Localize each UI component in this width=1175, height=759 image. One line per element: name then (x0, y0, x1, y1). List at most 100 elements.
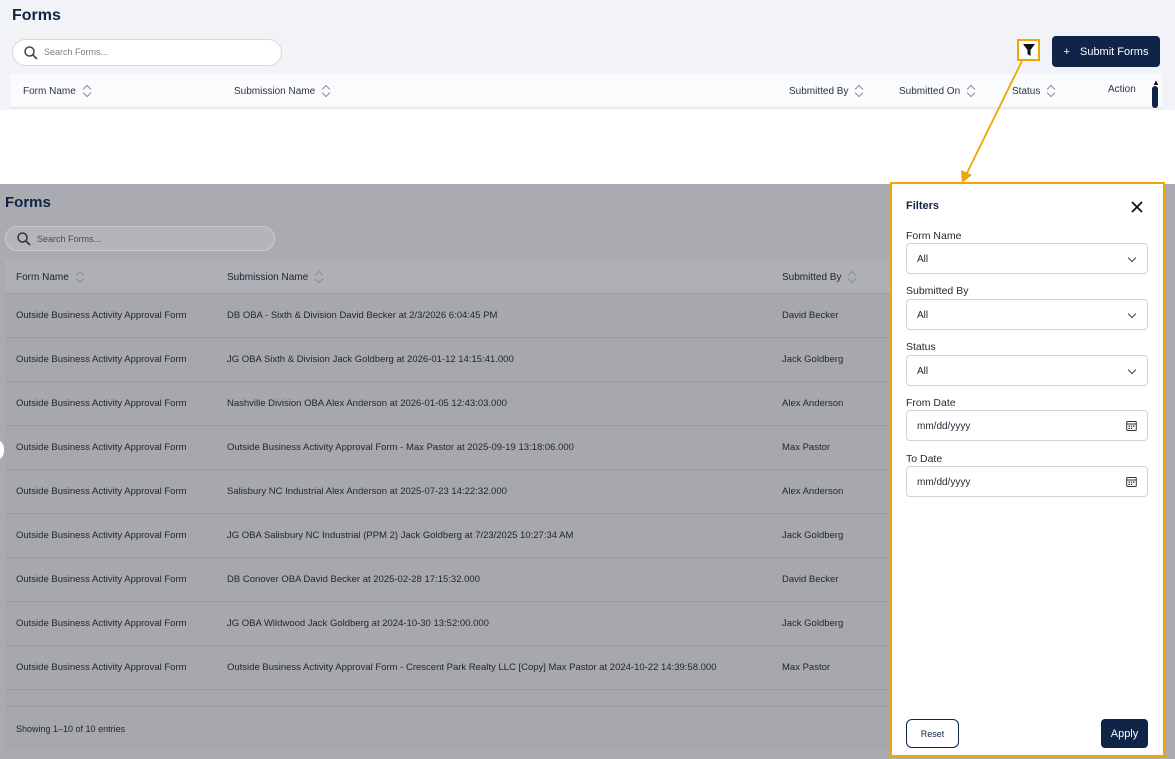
column-label: Action (1108, 84, 1136, 95)
column-submitted-by[interactable]: Submitted By (789, 84, 863, 98)
cell-submitted-by: Jack Goldberg (782, 354, 844, 365)
submitted-by-label: Submitted By (906, 285, 969, 297)
from-date-placeholder: mm/dd/yyyy (917, 421, 971, 432)
sort-icon (323, 84, 330, 98)
form-name-value: All (917, 254, 929, 265)
apply-button[interactable]: Apply (1101, 719, 1148, 748)
cell-submitted-by: Jack Goldberg (782, 618, 844, 629)
plus-icon: + (1063, 45, 1070, 58)
to-date-input[interactable]: mm/dd/yyyy (906, 466, 1148, 497)
search-icon (24, 46, 38, 60)
table-row[interactable]: Outside Business Activity Approval Form D… (5, 558, 935, 602)
form-name-label: Form Name (906, 230, 962, 242)
cell-submitted-by: Max Pastor (782, 662, 831, 673)
column-form-name[interactable]: Form Name (16, 270, 84, 284)
column-label: Form Name (23, 85, 76, 97)
column-label: Submission Name (227, 271, 309, 283)
sort-icon (968, 84, 975, 98)
sort-icon (856, 84, 863, 98)
column-label: Form Name (16, 271, 69, 283)
filters-title: Filters (906, 200, 940, 212)
submit-forms-label: Submit Forms (1079, 45, 1149, 58)
form-name-select[interactable]: All (906, 243, 1148, 274)
cell-form-name: Outside Business Activity Approval Form (16, 574, 187, 585)
table-row[interactable]: Outside Business Activity Approval Form O… (5, 646, 935, 690)
cell-submission-name: DB OBA - Sixth & Division David Becker a… (227, 310, 498, 321)
status-select[interactable]: All (906, 355, 1148, 386)
table-row[interactable]: Outside Business Activity Approval Form O… (5, 426, 935, 470)
sort-icon (84, 84, 91, 98)
table-row[interactable]: Outside Business Activity Approval Form S… (5, 470, 935, 514)
column-label: Submitted By (789, 85, 849, 97)
column-label: Submitted On (899, 85, 961, 97)
column-status[interactable]: Status (1012, 84, 1055, 98)
calendar-icon[interactable] (1126, 420, 1137, 431)
cell-form-name: Outside Business Activity Approval Form (16, 310, 187, 321)
cell-submission-name: DB Conover OBA David Becker at 2025-02-2… (227, 574, 480, 585)
cell-submitted-by: Alex Anderson (782, 398, 844, 409)
cell-submission-name: JG OBA Sixth & Division Jack Goldberg at… (227, 354, 514, 365)
search-input[interactable]: Search Forms... (5, 226, 275, 251)
cell-submission-name: Nashville Division OBA Alex Anderson at … (227, 398, 507, 409)
sidebar-toggle[interactable] (0, 439, 4, 461)
submitted-by-select[interactable]: All (906, 299, 1148, 330)
table-header: Form Name Submission Name Submitted By (5, 260, 935, 294)
submit-forms-button[interactable]: + Submit Forms (1052, 36, 1160, 67)
close-icon[interactable] (1130, 200, 1144, 214)
chevron-down-icon (1127, 253, 1137, 263)
cell-submission-name: Salisbury NC Industrial Alex Anderson at… (227, 486, 507, 497)
table-row[interactable]: Outside Business Activity Approval Form D… (5, 294, 935, 338)
cell-form-name: Outside Business Activity Approval Form (16, 530, 187, 541)
table-row[interactable]: Outside Business Activity Approval Form J… (5, 338, 935, 382)
chevron-down-icon (1127, 309, 1137, 319)
page-title: Forms (5, 194, 51, 211)
column-label: Submitted By (782, 271, 842, 283)
column-form-name[interactable]: Form Name (23, 84, 91, 98)
scrollbar-thumb[interactable] (1152, 86, 1158, 108)
table-row[interactable]: Outside Business Activity Approval Form N… (5, 382, 935, 426)
cell-submission-name: Outside Business Activity Approval Form … (227, 442, 574, 453)
page-title: Forms (12, 7, 61, 24)
filter-button[interactable] (1017, 39, 1040, 61)
to-date-label: To Date (906, 453, 943, 465)
cell-submitted-by: Max Pastor (782, 442, 831, 453)
search-input[interactable]: Search Forms... (12, 39, 282, 66)
cell-form-name: Outside Business Activity Approval Form (16, 398, 187, 409)
table-header: Form Name Submission Name Submitted By S… (10, 74, 1162, 108)
to-date-placeholder: mm/dd/yyyy (917, 477, 971, 488)
table-row[interactable]: Outside Business Activity Approval Form J… (5, 514, 935, 558)
callout-screenshot: Forms Search Forms... + Submit Forms For… (0, 0, 1175, 110)
cell-submission-name: JG OBA Wildwood Jack Goldberg at 2024-10… (227, 618, 489, 629)
search-placeholder: Search Forms... (44, 47, 109, 57)
calendar-icon[interactable] (1126, 476, 1137, 487)
cell-form-name: Outside Business Activity Approval Form (16, 662, 187, 673)
column-submission-name[interactable]: Submission Name (227, 270, 323, 284)
cell-submission-name: JG OBA Salisbury NC Industrial (PPM 2) J… (227, 530, 574, 541)
search-icon (17, 232, 31, 246)
search-placeholder: Search Forms... (37, 234, 102, 244)
column-label: Status (1012, 85, 1041, 97)
cell-form-name: Outside Business Activity Approval Form (16, 618, 187, 629)
table-footer: Showing 1–10 of 10 entries (5, 706, 935, 750)
chevron-down-icon (1127, 365, 1137, 375)
table-row[interactable]: Outside Business Activity Approval Form J… (5, 602, 935, 646)
cell-submitted-by: David Becker (782, 574, 839, 585)
entries-count: Showing 1–10 of 10 entries (16, 724, 126, 734)
column-submitted-on[interactable]: Submitted On (899, 84, 975, 98)
column-label: Submission Name (234, 85, 316, 97)
sort-icon (77, 270, 84, 284)
status-value: All (917, 366, 929, 377)
column-submitted-by[interactable]: Submitted By (782, 270, 856, 284)
cell-form-name: Outside Business Activity Approval Form (16, 442, 187, 453)
from-date-input[interactable]: mm/dd/yyyy (906, 410, 1148, 441)
submitted-by-value: All (917, 310, 929, 321)
reset-button[interactable]: Reset (906, 719, 959, 748)
from-date-label: From Date (906, 397, 956, 409)
cell-submitted-by: David Becker (782, 310, 839, 321)
forms-table: Form Name Submission Name Submitted By O… (5, 260, 935, 750)
filters-panel: Filters Form Name All Submitted By All S… (890, 182, 1165, 757)
cell-submitted-by: Alex Anderson (782, 486, 844, 497)
column-submission-name[interactable]: Submission Name (234, 84, 330, 98)
sort-icon (1048, 84, 1055, 98)
cell-form-name: Outside Business Activity Approval Form (16, 486, 187, 497)
